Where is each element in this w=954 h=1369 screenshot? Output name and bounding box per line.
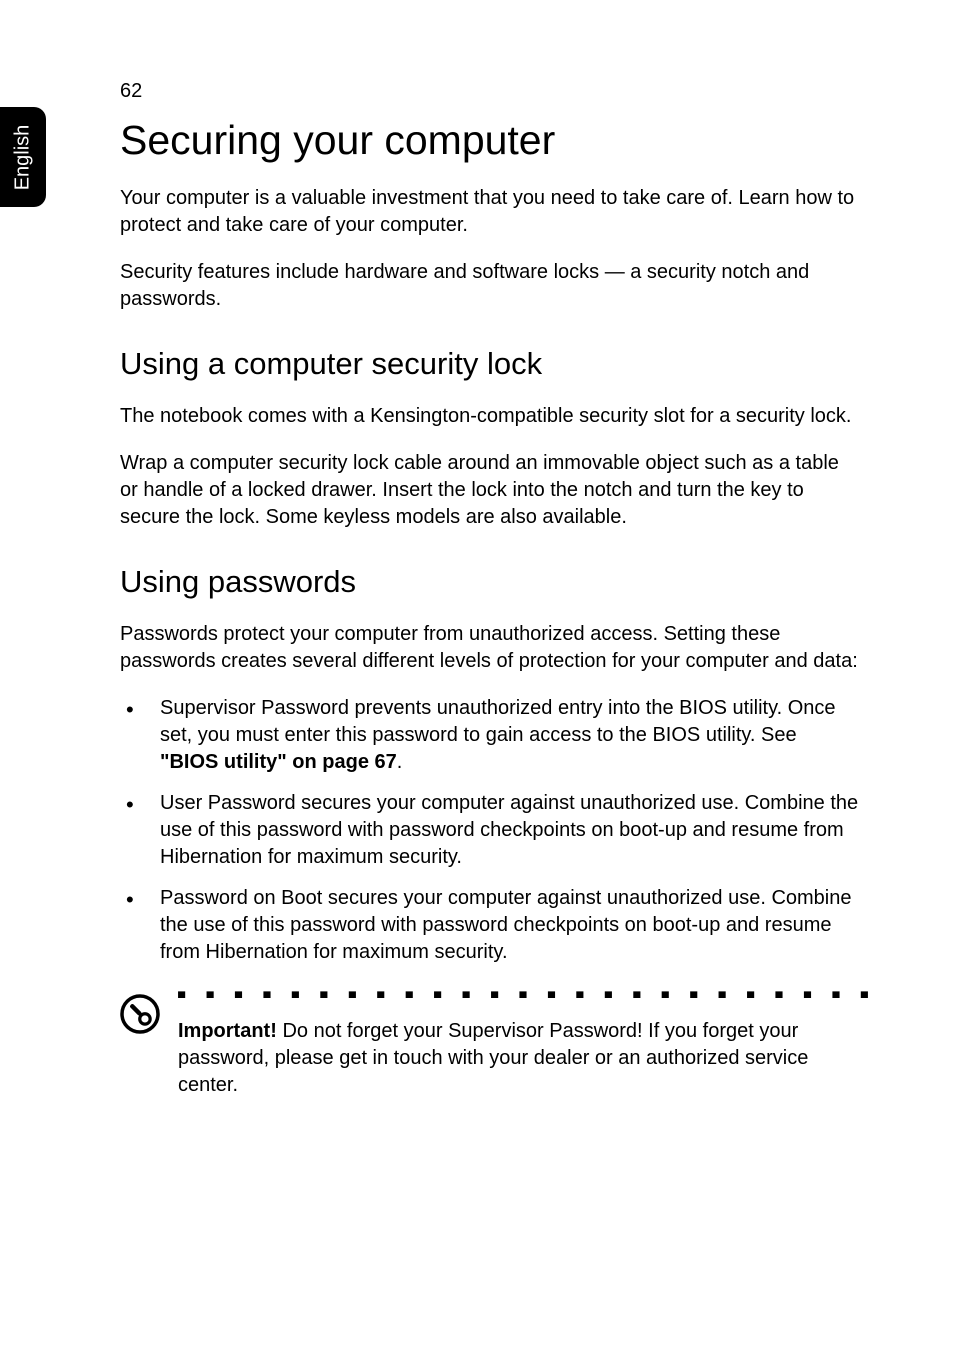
document-page: English 62 Securing your computer Your c… xyxy=(0,0,954,1369)
passwords-paragraph-1: Passwords protect your computer from una… xyxy=(120,621,860,675)
bullet-text: User Password secures your computer agai… xyxy=(160,792,858,868)
dotted-divider: ■ ■ ■ ■ ■ ■ ■ ■ ■ ■ ■ ■ ■ ■ ■ ■ ■ ■ ■ ■ … xyxy=(178,990,878,998)
important-label: Important! xyxy=(178,1020,277,1042)
intro-paragraph-2: Security features include hardware and s… xyxy=(120,259,860,313)
bullet-text-post: . xyxy=(397,751,403,773)
bullet-text: Password on Boot secures your computer a… xyxy=(160,887,852,963)
passwords-bullet-list: Supervisor Password prevents unauthorize… xyxy=(120,695,860,966)
list-item: User Password secures your computer agai… xyxy=(120,790,860,871)
section-heading-passwords: Using passwords xyxy=(120,565,860,599)
page-title: Securing your computer xyxy=(120,118,860,163)
content-area: Securing your computer Your computer is … xyxy=(120,118,860,1099)
list-item: Supervisor Password prevents unauthorize… xyxy=(120,695,860,776)
security-lock-paragraph-1: The notebook comes with a Kensington-com… xyxy=(120,403,860,430)
important-note: ■ ■ ■ ■ ■ ■ ■ ■ ■ ■ ■ ■ ■ ■ ■ ■ ■ ■ ■ ■ … xyxy=(120,990,860,1099)
list-item: Password on Boot secures your computer a… xyxy=(120,885,860,966)
language-tab: English xyxy=(0,107,46,207)
important-note-text: Important! Do not forget your Supervisor… xyxy=(178,1018,860,1099)
page-number: 62 xyxy=(120,80,142,103)
bullet-link-text: "BIOS utility" on page 67 xyxy=(160,751,397,773)
security-lock-paragraph-2: Wrap a computer security lock cable arou… xyxy=(120,450,860,531)
tip-icon xyxy=(120,994,160,1034)
section-heading-security-lock: Using a computer security lock xyxy=(120,347,860,381)
intro-paragraph-1: Your computer is a valuable investment t… xyxy=(120,185,860,239)
language-tab-label: English xyxy=(12,124,35,190)
bullet-text: Supervisor Password prevents unauthorize… xyxy=(160,697,836,746)
